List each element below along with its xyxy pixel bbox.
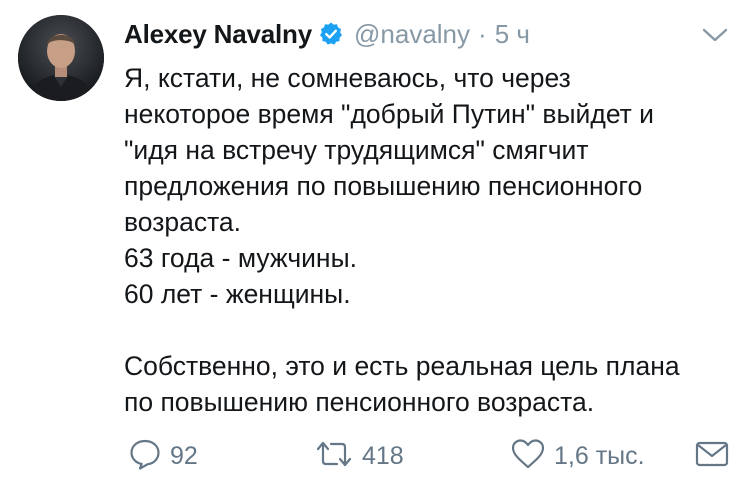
tweet-timestamp[interactable]: 5 ч [495,19,530,50]
tweet-text-line: 63 года - мужчины. [124,243,357,273]
author-avatar[interactable] [18,15,104,101]
tweet-text-line: предложения по повышению пенсионного [124,171,643,201]
tweet-text-line: Собственно, это и есть реальная цель пла… [124,351,680,381]
tweet-actions: 92 418 1,6 тыс. [124,436,734,476]
like-button[interactable]: 1,6 тыс. [510,436,645,476]
reply-button[interactable]: 92 [128,436,198,476]
like-count: 1,6 тыс. [554,441,645,470]
tweet-text-line: возраста. [124,207,242,237]
separator-dot: · [478,18,487,49]
tweet-text-line: Я, кстати, не сомневаюсь, что через [124,63,571,93]
chevron-down-icon[interactable] [700,24,730,46]
reply-icon [128,437,162,476]
tweet-text: Я, кстати, не сомневаюсь, что через неко… [124,60,734,420]
avatar-photo [18,15,104,101]
author-handle[interactable]: @navalny [354,19,470,50]
tweet-header: Alexey Navalny @navalny · 5 ч [124,14,530,54]
tweet-text-line: "идя на встречу трудящимся" смягчит [124,135,589,165]
tweet-text-line: некоторое время "добрый Путин" выйдет и [124,99,654,129]
author-display-name[interactable]: Alexey Navalny [124,19,312,50]
retweet-icon [314,437,354,476]
retweet-count: 418 [362,441,404,470]
tweet-text-line: по повышению пенсионного возраста. [124,387,595,417]
verified-badge-icon [318,21,344,47]
reply-count: 92 [170,441,198,470]
envelope-icon [694,439,730,474]
heart-icon [510,437,546,476]
tweet-card: Alexey Navalny @navalny · 5 ч Я, кстати,… [0,0,748,500]
retweet-button[interactable]: 418 [314,436,404,476]
direct-message-button[interactable] [694,436,730,476]
tweet-text-line: 60 лет - женщины. [124,279,351,309]
